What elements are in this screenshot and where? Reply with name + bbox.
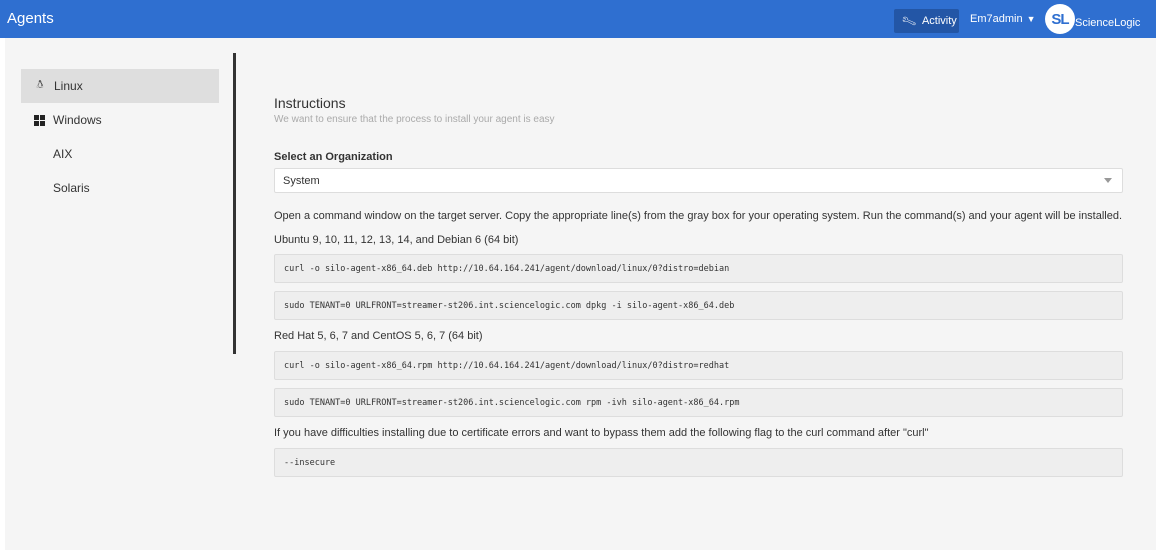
debian-download-command[interactable]: curl -o silo-agent-x86_64.deb http://10.… [274,254,1123,283]
sidebar-item-aix[interactable]: AIX [21,137,219,171]
user-name: Em7admin [970,13,1023,25]
organization-select[interactable]: System [274,168,1123,193]
chevron-down-icon: ▼ [1026,14,1036,24]
sidebar-item-linux[interactable]: 🐧︎ Linux [21,69,219,103]
caret-down-icon [1104,178,1112,183]
sidebar-item-solaris[interactable]: Solaris [21,171,219,205]
redhat-install-command[interactable]: sudo TENANT=0 URLFRONT=streamer-st206.in… [274,388,1123,417]
sciencelogic-logo: SL [1045,4,1075,34]
instructions-subheading: We want to ensure that the process to in… [274,114,555,125]
top-bar: Agents 🔧︎ Activity Em7admin ▼ SL Science… [0,0,1156,38]
page-title: Agents [7,10,54,27]
sidebar-item-label: Linux [54,79,83,93]
sidebar: 🐧︎ Linux Windows AIX Solaris [21,69,219,205]
activity-button[interactable]: 🔧︎ Activity [894,9,959,33]
instructions-heading: Instructions [274,95,346,111]
logo-text: ScienceLogic [1075,17,1141,29]
user-menu[interactable]: Em7admin ▼ [970,13,1036,25]
certificate-note: If you have difficulties installing due … [274,427,929,439]
debian-install-command[interactable]: sudo TENANT=0 URLFRONT=streamer-st206.in… [274,291,1123,320]
organization-value: System [283,174,320,187]
vertical-divider[interactable] [233,53,236,354]
sidebar-item-label: Windows [53,113,102,127]
sidebar-item-label: Solaris [53,181,90,195]
sidebar-item-windows[interactable]: Windows [21,103,219,137]
activity-label: Activity [921,15,957,27]
sidebar-item-label: AIX [53,147,73,161]
wrench-icon: 🔧︎ [900,13,918,30]
insecure-flag-box[interactable]: --insecure [274,448,1123,477]
redhat-label: Red Hat 5, 6, 7 and CentOS 5, 6, 7 (64 b… [274,330,483,342]
debian-label: Ubuntu 9, 10, 11, 12, 13, 14, and Debian… [274,234,519,246]
windows-icon [34,114,45,126]
left-border [0,38,5,550]
intro-text: Open a command window on the target serv… [274,210,1123,222]
organization-label: Select an Organization [274,151,393,163]
linux-icon: 🐧︎ [36,79,44,91]
redhat-download-command[interactable]: curl -o silo-agent-x86_64.rpm http://10.… [274,351,1123,380]
